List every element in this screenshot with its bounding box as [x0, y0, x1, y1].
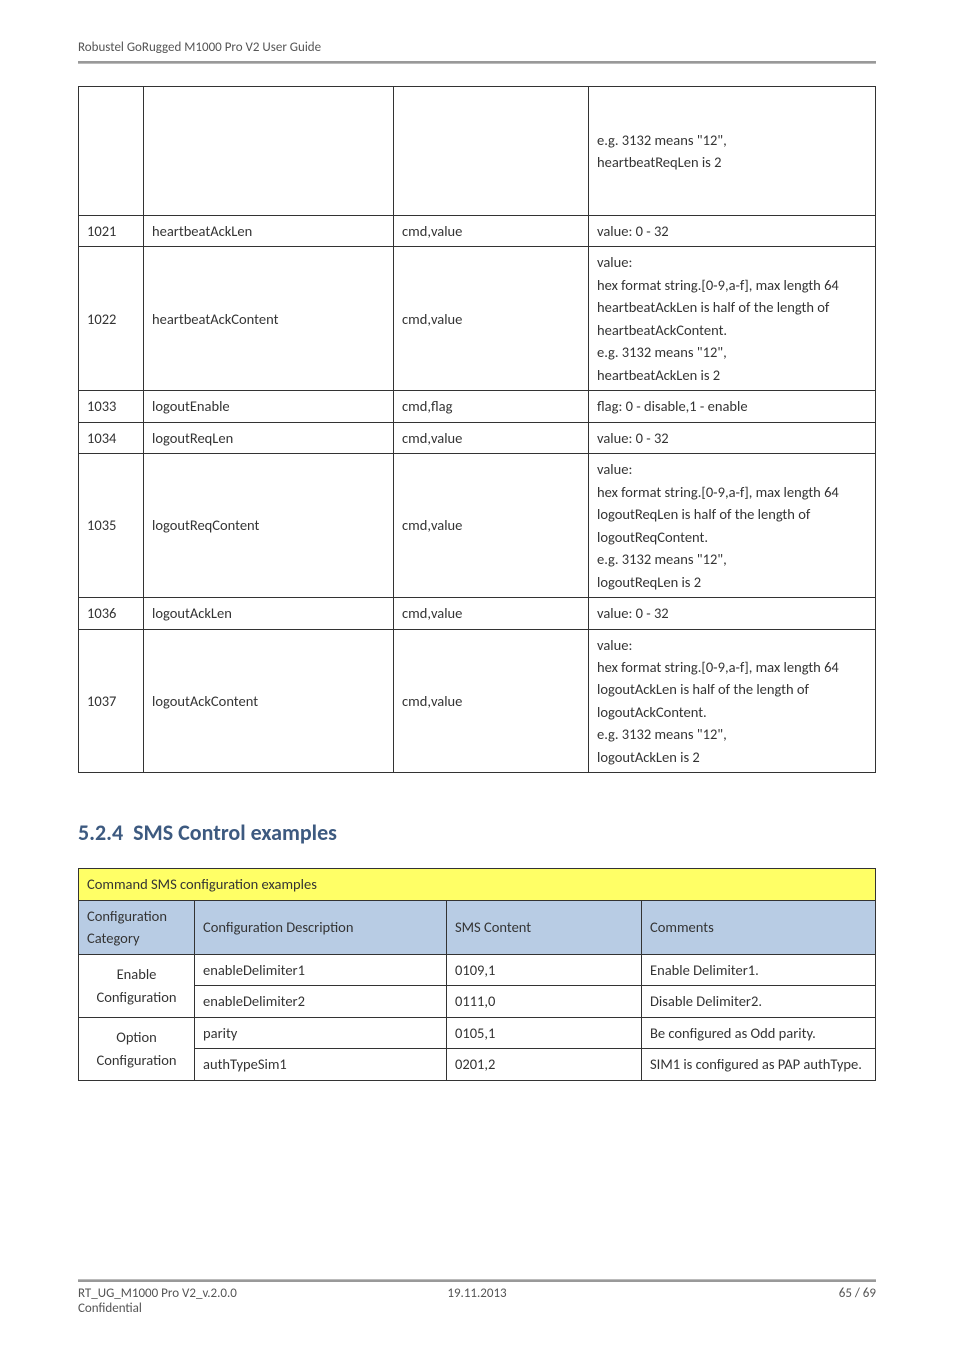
col-header-comments: Comments	[642, 900, 876, 954]
cell-desc: e.g. 3132 means "12", heartbeatReqLen is…	[589, 87, 876, 216]
cell-id	[79, 87, 144, 216]
table-row: 1037 logoutAckContent cmd,value value: h…	[79, 629, 876, 773]
cell-desc: flag: 0 - disable,1 - enable	[589, 391, 876, 422]
cell-desc: value: 0 - 32	[589, 216, 876, 247]
cell-desc: value: hex format string.[0-9,a-f], max …	[589, 454, 876, 598]
section-heading: 5.2.4 SMS Control examples	[78, 819, 876, 846]
cell-param: logoutReqContent	[144, 454, 394, 598]
cell-param: heartbeatAckLen	[144, 216, 394, 247]
col-header-sms: SMS Content	[447, 900, 642, 954]
cell-param: heartbeatAckContent	[144, 247, 394, 391]
cell-type: cmd,value	[394, 454, 589, 598]
table-row: authTypeSim1 0201,2 SIM1 is configured a…	[79, 1049, 876, 1080]
cell-param	[144, 87, 394, 216]
cell-type	[394, 87, 589, 216]
col-header-category: Configuration Category	[79, 900, 195, 954]
table-row: Enable Configuration enableDelimiter1 01…	[79, 954, 876, 985]
header-thin-rule	[78, 63, 876, 64]
cell-param: logoutAckContent	[144, 629, 394, 773]
footer-confidential: Confidential	[78, 1301, 876, 1316]
cell-type: cmd,value	[394, 422, 589, 453]
cell-id: 1021	[79, 216, 144, 247]
cell-desc: value: hex format string.[0-9,a-f], max …	[589, 629, 876, 773]
footer-right: 65 / 69	[610, 1286, 876, 1301]
sms-examples-table: Command SMS configuration examples Confi…	[78, 868, 876, 1080]
page-header: Robustel GoRugged M1000 Pro V2 User Guid…	[78, 40, 876, 59]
cell-comments: Disable Delimiter2.	[642, 986, 876, 1017]
table-row: 1021 heartbeatAckLen cmd,value value: 0 …	[79, 216, 876, 247]
cell-type: cmd,value	[394, 216, 589, 247]
cell-sms: 0109,1	[447, 954, 642, 985]
cell-id: 1034	[79, 422, 144, 453]
table-row: enableDelimiter2 0111,0 Disable Delimite…	[79, 986, 876, 1017]
table-row: 1022 heartbeatAckContent cmd,value value…	[79, 247, 876, 391]
table-row: e.g. 3132 means "12", heartbeatReqLen is…	[79, 87, 876, 216]
cell-id: 1035	[79, 454, 144, 598]
cell-sms: 0105,1	[447, 1017, 642, 1048]
cell-desc: value: hex format string.[0-9,a-f], max …	[589, 247, 876, 391]
section-number: 5.2.4	[78, 819, 123, 846]
cell-category: Enable Configuration	[79, 954, 195, 1017]
cell-comments: Enable Delimiter1.	[642, 954, 876, 985]
table-row: 1036 logoutAckLen cmd,value value: 0 - 3…	[79, 598, 876, 629]
cell-desc: authTypeSim1	[195, 1049, 447, 1080]
cell-sms: 0111,0	[447, 986, 642, 1017]
cell-desc: value: 0 - 32	[589, 598, 876, 629]
cell-type: cmd,value	[394, 629, 589, 773]
table-row: 1033 logoutEnable cmd,flag flag: 0 - dis…	[79, 391, 876, 422]
cell-id: 1037	[79, 629, 144, 773]
header-title: Robustel GoRugged M1000 Pro V2 User Guid…	[78, 40, 321, 55]
cell-type: cmd,value	[394, 598, 589, 629]
cell-desc: parity	[195, 1017, 447, 1048]
cell-desc: enableDelimiter1	[195, 954, 447, 985]
sms-table-title: Command SMS configuration examples	[79, 869, 876, 900]
section-title-text: SMS Control examples	[133, 819, 337, 846]
cell-desc: value: 0 - 32	[589, 422, 876, 453]
table-row: 1035 logoutReqContent cmd,value value: h…	[79, 454, 876, 598]
parameter-table: e.g. 3132 means "12", heartbeatReqLen is…	[78, 86, 876, 773]
cell-category: Option Configuration	[79, 1017, 195, 1080]
table-row: Option Configuration parity 0105,1 Be co…	[79, 1017, 876, 1048]
cell-param: logoutReqLen	[144, 422, 394, 453]
col-header-description: Configuration Description	[195, 900, 447, 954]
cell-desc: enableDelimiter2	[195, 986, 447, 1017]
cell-param: logoutAckLen	[144, 598, 394, 629]
cell-comments: SIM1 is configured as PAP authType.	[642, 1049, 876, 1080]
page-footer: RT_UG_M1000 Pro V2_v.2.0.0 19.11.2013 65…	[78, 1279, 876, 1316]
cell-comments: Be configured as Odd parity.	[642, 1017, 876, 1048]
table-row: Command SMS configuration examples	[79, 869, 876, 900]
cell-sms: 0201,2	[447, 1049, 642, 1080]
cell-id: 1036	[79, 598, 144, 629]
table-row: 1034 logoutReqLen cmd,value value: 0 - 3…	[79, 422, 876, 453]
footer-left: RT_UG_M1000 Pro V2_v.2.0.0	[78, 1286, 344, 1301]
footer-center: 19.11.2013	[344, 1286, 610, 1301]
cell-type: cmd,value	[394, 247, 589, 391]
footer-rule	[78, 1280, 876, 1282]
cell-param: logoutEnable	[144, 391, 394, 422]
table-row: Configuration Category Configuration Des…	[79, 900, 876, 954]
cell-id: 1022	[79, 247, 144, 391]
cell-type: cmd,flag	[394, 391, 589, 422]
cell-id: 1033	[79, 391, 144, 422]
